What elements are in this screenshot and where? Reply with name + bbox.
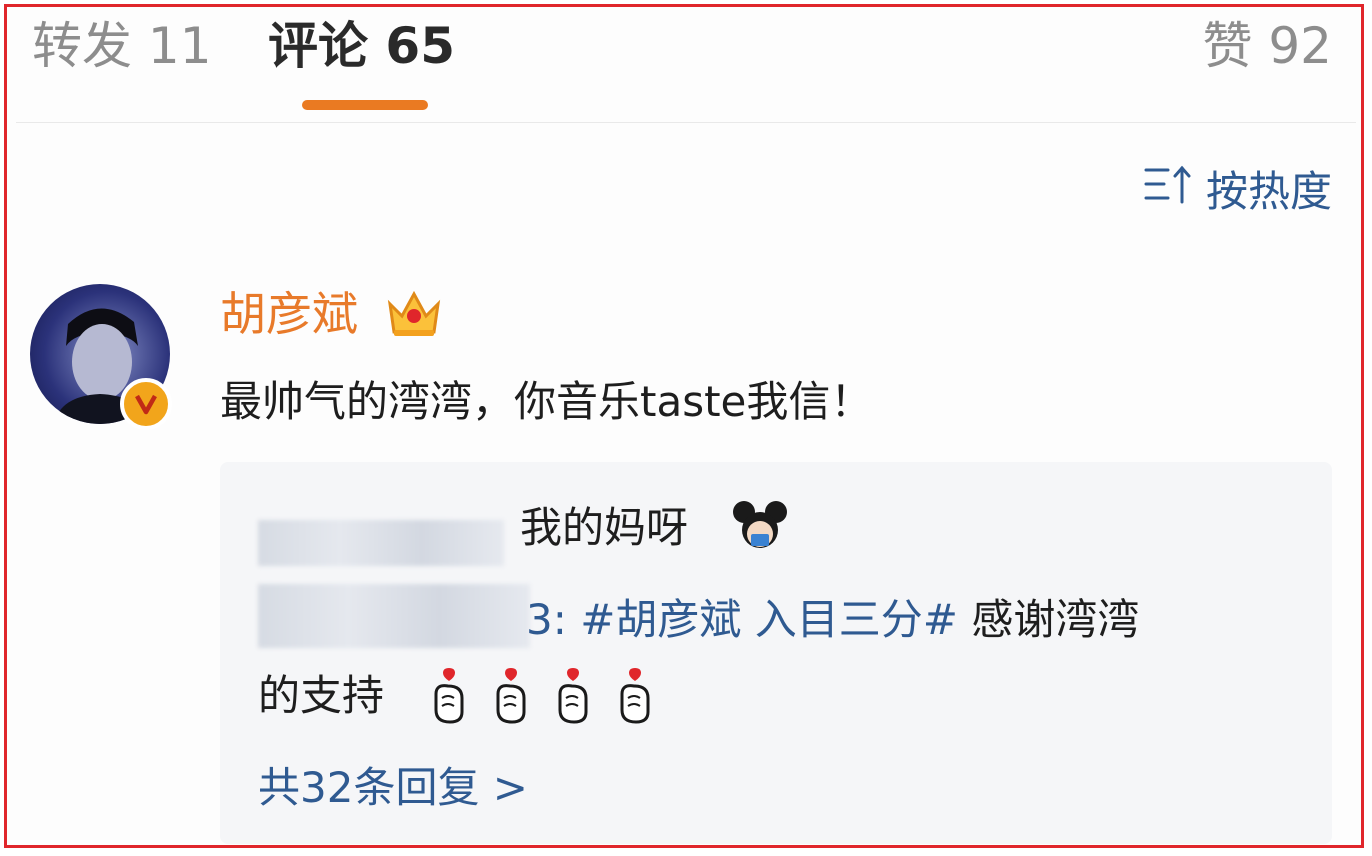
comment-text: 最帅气的湾湾，你音乐taste我信！ [220, 377, 873, 426]
tab-like[interactable]: 赞 92 [1202, 16, 1332, 76]
finger-heart-icon [552, 666, 594, 724]
sort-icon [1144, 162, 1206, 216]
active-tab-indicator [302, 100, 428, 110]
crown-icon [384, 286, 444, 340]
finger-heart-icon [490, 666, 532, 724]
reply-text-3: 的支持 [258, 671, 385, 720]
hashtag-link[interactable]: #胡彦斌 入目三分# [580, 595, 958, 644]
verified-badge-icon [120, 378, 172, 430]
tab-comment[interactable]: 评论 65 [268, 16, 455, 76]
comment-username[interactable]: 胡彦斌 [220, 284, 358, 344]
reply-colon: 3: [526, 595, 567, 644]
reply-text-2: 3: #胡彦斌 入目三分# 感谢湾湾 [526, 592, 1139, 648]
finger-heart-icon [428, 666, 470, 724]
blurred-username-2 [258, 584, 530, 648]
tab-divider [16, 122, 1356, 123]
tab-repost[interactable]: 转发 11 [32, 16, 212, 76]
mickey-icon [732, 498, 788, 554]
reply-text-1: 我的妈呀 [520, 503, 689, 552]
finger-heart-icon [614, 666, 656, 724]
sort-label: 按热度 [1205, 167, 1332, 216]
sort-button[interactable]: 按热度 [1144, 158, 1332, 219]
view-replies-link[interactable]: 共32条回复 > [258, 760, 528, 816]
reply-text-2-rest: 感谢湾湾 [971, 595, 1140, 644]
blurred-username [258, 520, 504, 566]
